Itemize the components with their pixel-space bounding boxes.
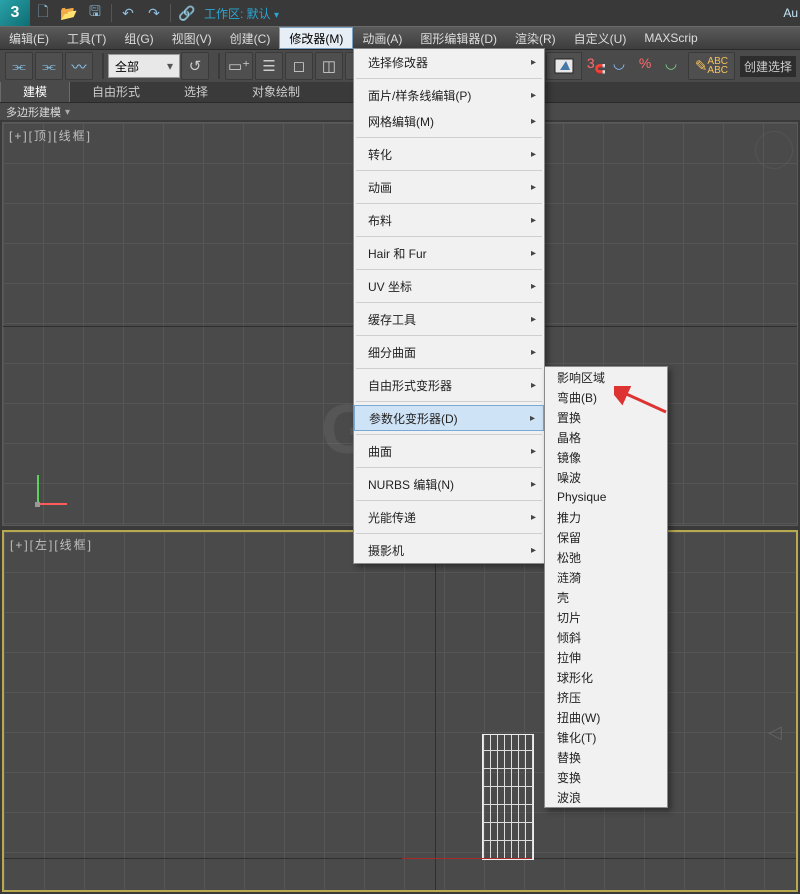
selection-filter-combo[interactable]: 全部	[108, 54, 180, 78]
panel-poly-modeling[interactable]: 多边形建模	[6, 104, 61, 120]
annotation-arrow-icon	[614, 386, 672, 416]
save-file-icon[interactable]: 🖫	[83, 1, 107, 25]
workspace-dropdown[interactable]: 工作区: 默认 ▾	[204, 5, 279, 22]
submenu-noise[interactable]: 噪波	[545, 467, 667, 487]
menu-tools[interactable]: 工具(T)	[58, 27, 115, 49]
select-link-icon[interactable]: ⫘	[5, 52, 33, 80]
menu-item-uv[interactable]: UV 坐标▸	[354, 273, 544, 299]
modifiers-menu: 选择修改器▸ 面片/样条线编辑(P)▸ 网格编辑(M)▸ 转化▸ 动画▸ 布料▸…	[353, 48, 545, 564]
percent-snap-icon[interactable]: %	[639, 55, 661, 77]
select-object-icon[interactable]: ▭⁺	[225, 52, 253, 80]
axis-x	[4, 858, 796, 859]
parametric-deformers-submenu: 影响区域 弯曲(B) 置换 晶格 镜像 噪波 Physique 推力 保留 松弛…	[544, 366, 668, 808]
menu-item-surface[interactable]: 曲面▸	[354, 438, 544, 464]
submenu-physique[interactable]: Physique	[545, 487, 667, 507]
menu-item-patch-spline[interactable]: 面片/样条线编辑(P)▸	[354, 82, 544, 108]
menu-item-radiosity[interactable]: 光能传递▸	[354, 504, 544, 530]
menu-maxscript[interactable]: MAXScrip	[635, 27, 699, 49]
menu-item-conversion[interactable]: 转化▸	[354, 141, 544, 167]
menu-item-subdivision[interactable]: 细分曲面▸	[354, 339, 544, 365]
steering-wheel-icon[interactable]: ◁	[768, 722, 790, 744]
viewport-left[interactable]: [+][左][线框] ◁	[2, 530, 798, 892]
snap-toggles: 3🧲 ◡ % ◡	[587, 55, 687, 77]
submenu-preserve[interactable]: 保留	[545, 527, 667, 547]
grid	[4, 532, 796, 890]
submenu-slice[interactable]: 切片	[545, 607, 667, 627]
tab-freeform[interactable]: 自由形式	[70, 81, 162, 102]
menu-item-parametric-deformers[interactable]: 参数化变形器(D)▸	[354, 405, 544, 431]
submenu-taper[interactable]: 锥化(T)	[545, 727, 667, 747]
menu-item-nurbs[interactable]: NURBS 编辑(N)▸	[354, 471, 544, 497]
menu-item-cache-tools[interactable]: 缓存工具▸	[354, 306, 544, 332]
viewcube-icon[interactable]	[755, 131, 793, 169]
submenu-relax[interactable]: 松弛	[545, 547, 667, 567]
select-by-name-icon[interactable]: ☰	[255, 52, 283, 80]
submenu-squeeze[interactable]: 挤压	[545, 687, 667, 707]
menu-item-hair-fur[interactable]: Hair 和 Fur▸	[354, 240, 544, 266]
submenu-twist[interactable]: 扭曲(W)	[545, 707, 667, 727]
spinner-snap-icon[interactable]: ◡	[665, 55, 687, 77]
submenu-mirror[interactable]: 镜像	[545, 447, 667, 467]
menu-modifiers[interactable]: 修改器(M)	[279, 27, 353, 49]
axis-line	[402, 858, 532, 859]
angle-snap-icon[interactable]: ◡	[613, 55, 635, 77]
named-sets-icon[interactable]: ✎ABCABC	[688, 52, 735, 80]
viewport-left-label[interactable]: [+][左][线框]	[10, 536, 93, 553]
snap-3d-icon[interactable]: 3🧲	[587, 55, 609, 77]
axis-z	[435, 532, 436, 890]
menu-animation[interactable]: 动画(A)	[353, 27, 411, 49]
quick-access-toolbar: 🗋 📂 🖫 ↶ ↷ 🔗 工作区: 默认 ▾	[30, 1, 279, 25]
menu-group[interactable]: 组(G)	[115, 27, 162, 49]
submenu-xform[interactable]: 变换	[545, 767, 667, 787]
submenu-ripple[interactable]: 涟漪	[545, 567, 667, 587]
menu-item-selection-modifiers[interactable]: 选择修改器▸	[354, 49, 544, 75]
create-selection-set[interactable]: 创建选择	[740, 56, 796, 77]
new-file-icon[interactable]: 🗋	[31, 1, 55, 25]
app-logo-icon[interactable]: 3	[0, 0, 30, 26]
unlink-icon[interactable]: ⫘	[35, 52, 63, 80]
submenu-stretch[interactable]: 拉伸	[545, 647, 667, 667]
menu-customize[interactable]: 自定义(U)	[565, 27, 636, 49]
select-region-icon[interactable]: ◻	[285, 52, 313, 80]
tab-selection[interactable]: 选择	[162, 81, 230, 102]
menu-render[interactable]: 渲染(R)	[506, 27, 565, 49]
menu-create[interactable]: 创建(C)	[221, 27, 280, 49]
submenu-affect-region[interactable]: 影响区域	[545, 367, 667, 387]
title-bar: 3 🗋 📂 🖫 ↶ ↷ 🔗 工作区: 默认 ▾ Au	[0, 0, 800, 26]
undo-icon[interactable]: ↶	[116, 1, 140, 25]
submenu-wave[interactable]: 波浪	[545, 787, 667, 807]
window-crossing-icon[interactable]: ◫	[315, 52, 343, 80]
menu-bar: 编辑(E) 工具(T) 组(G) 视图(V) 创建(C) 修改器(M) 动画(A…	[0, 26, 800, 50]
axis-gizmo-icon	[17, 469, 59, 511]
submenu-shell[interactable]: 壳	[545, 587, 667, 607]
scene-object[interactable]	[482, 734, 534, 860]
menu-item-ffd[interactable]: 自由形式变形器▸	[354, 372, 544, 398]
submenu-spherify[interactable]: 球形化	[545, 667, 667, 687]
render-setup-icon[interactable]	[546, 52, 582, 80]
submenu-skew[interactable]: 倾斜	[545, 627, 667, 647]
menu-views[interactable]: 视图(V)	[163, 27, 221, 49]
open-file-icon[interactable]: 📂	[57, 1, 81, 25]
redo-icon[interactable]: ↷	[142, 1, 166, 25]
tab-modeling[interactable]: 建模	[0, 80, 70, 102]
menu-item-animation[interactable]: 动画▸	[354, 174, 544, 200]
viewport-top-label[interactable]: [+][顶][线框]	[9, 127, 92, 144]
link-icon[interactable]: 🔗	[175, 1, 199, 25]
menu-item-cameras[interactable]: 摄影机▸	[354, 537, 544, 563]
submenu-substitute[interactable]: 替换	[545, 747, 667, 767]
bind-spacewarp-icon[interactable]: 〰	[65, 52, 93, 80]
reset-selection-filter-icon[interactable]: ↺	[181, 52, 209, 80]
menu-item-cloth[interactable]: 布料▸	[354, 207, 544, 233]
tab-object-paint[interactable]: 对象绘制	[230, 81, 322, 102]
submenu-lattice[interactable]: 晶格	[545, 427, 667, 447]
menu-item-mesh-editing[interactable]: 网格编辑(M)▸	[354, 108, 544, 134]
chevron-down-icon[interactable]: ▾	[65, 107, 70, 118]
menu-grapheditors[interactable]: 图形编辑器(D)	[411, 27, 506, 49]
app-title: Au	[783, 6, 798, 20]
submenu-push[interactable]: 推力	[545, 507, 667, 527]
menu-edit[interactable]: 编辑(E)	[0, 27, 58, 49]
